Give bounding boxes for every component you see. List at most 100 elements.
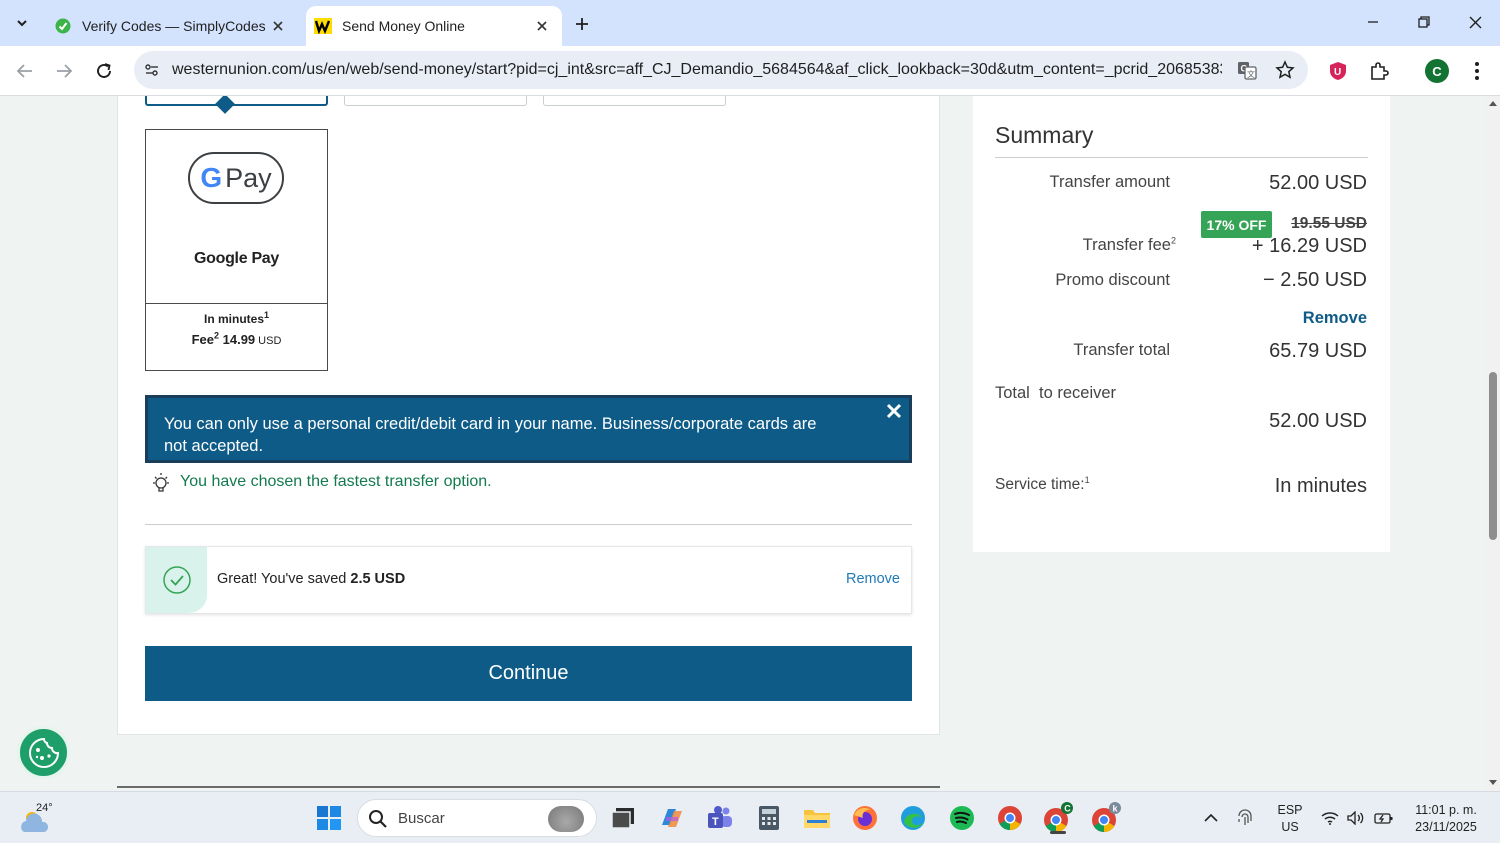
fastest-option-note: You have chosen the fastest transfer opt… <box>150 470 492 494</box>
tab-title: Verify Codes — SimplyCodes <box>82 18 266 34</box>
alert-text: You can only use a personal credit/debit… <box>164 415 817 455</box>
task-view-button[interactable] <box>605 800 641 836</box>
copilot-button[interactable] <box>654 800 690 836</box>
footer-divider <box>117 786 940 788</box>
cookie-icon <box>28 737 59 768</box>
more-vertical-icon <box>1475 62 1479 80</box>
svg-text:U: U <box>1334 67 1341 78</box>
transfer-fee-value: + 16.29 USD <box>1251 235 1367 257</box>
minimize-icon <box>1368 21 1378 23</box>
volume-status[interactable] <box>1342 800 1370 836</box>
profile-avatar[interactable]: C <box>1422 56 1452 86</box>
bookmark-star-icon[interactable] <box>1272 58 1298 82</box>
browser-menu-button[interactable] <box>1462 56 1492 86</box>
start-button[interactable] <box>311 800 347 836</box>
cookie-settings-button[interactable] <box>17 726 70 779</box>
check-circle-icon <box>146 547 207 613</box>
tab-verify-codes[interactable]: Verify Codes — SimplyCodes <box>46 6 298 46</box>
svg-text:文: 文 <box>1247 69 1255 79</box>
spotify-icon <box>950 806 974 830</box>
calculator-button[interactable] <box>751 800 787 836</box>
chrome-profile-c-button[interactable]: C <box>1040 800 1076 836</box>
promo-discount-label: Promo discount <box>1055 271 1170 289</box>
tab-close-icon[interactable] <box>530 14 554 38</box>
scroll-up-arrow-icon[interactable] <box>1488 98 1498 108</box>
plus-icon <box>576 18 588 30</box>
edge-button[interactable] <box>895 800 931 836</box>
site-info-icon[interactable] <box>142 60 162 80</box>
ublock-extension-icon[interactable]: U <box>1323 56 1353 86</box>
remove-promo-link[interactable]: Remove <box>846 571 900 587</box>
total-to-receiver-label: Total to receiver <box>995 384 1117 402</box>
google-pay-option[interactable]: G Pay Google Pay In minutes1 Fee2 14.99 U… <box>145 129 328 371</box>
url-text: westernunion.com/us/en/web/send-money/st… <box>172 61 1222 78</box>
teams-button[interactable]: T <box>702 800 738 836</box>
keyboard-layout: US <box>1281 820 1299 834</box>
payment-option[interactable] <box>543 96 726 106</box>
summary-title: Summary <box>995 122 1094 148</box>
clock[interactable]: 11:01 p. m. 23/11/2025 <box>1404 802 1488 836</box>
tab-send-money[interactable]: Send Money Online <box>306 6 562 46</box>
tab-search-button[interactable] <box>6 8 38 38</box>
chrome-profile-k-button[interactable]: k <box>1088 800 1124 836</box>
payment-option[interactable] <box>344 96 527 106</box>
tab-close-icon[interactable] <box>266 14 290 38</box>
address-bar[interactable]: westernunion.com/us/en/web/send-money/st… <box>134 51 1308 89</box>
fingerprint-icon <box>1238 809 1252 825</box>
discount-badge: 17% OFF <box>1201 211 1272 238</box>
show-hidden-icons-button[interactable] <box>1196 800 1226 836</box>
taskbar-search[interactable]: Buscar <box>357 799 597 837</box>
service-time-label: Service time:1 <box>995 474 1090 493</box>
browser-toolbar: westernunion.com/us/en/web/send-money/st… <box>0 46 1500 96</box>
transfer-total-value: 65.79 USD <box>1269 340 1367 362</box>
search-highlight-image <box>548 806 584 832</box>
translate-icon[interactable]: G文 <box>1234 58 1260 82</box>
lightbulb-icon <box>150 471 172 493</box>
western-union-favicon-icon <box>314 17 332 35</box>
original-fee: 19.55 USD <box>1291 215 1367 232</box>
back-button[interactable] <box>10 56 40 86</box>
reload-button[interactable] <box>89 56 119 86</box>
firefox-icon <box>853 806 877 830</box>
forward-button[interactable] <box>49 56 79 86</box>
tray-app-icon[interactable] <box>1230 800 1260 836</box>
divider <box>146 303 327 304</box>
firefox-button[interactable] <box>847 800 883 836</box>
delivery-time: In minutes1 <box>203 310 270 327</box>
profile-initial: C <box>1425 59 1449 83</box>
active-app-indicator <box>1050 831 1066 834</box>
extensions-puzzle-icon[interactable] <box>1364 56 1394 86</box>
pay-wordmark: Pay <box>225 162 272 193</box>
file-explorer-button[interactable] <box>799 800 835 836</box>
arrow-right-icon <box>57 64 73 78</box>
card-restriction-alert: You can only use a personal credit/debit… <box>145 395 912 463</box>
google-pay-logo: G Pay <box>188 152 284 204</box>
spotify-button[interactable] <box>944 800 980 836</box>
teams-icon: T <box>708 806 732 828</box>
remove-promo-link[interactable]: Remove <box>1303 309 1367 328</box>
language-indicator[interactable]: ESP US <box>1272 802 1308 836</box>
chrome-button[interactable] <box>992 800 1028 836</box>
alert-close-button[interactable] <box>883 400 905 422</box>
page-content: G Pay Google Pay In minutes1 Fee2 14.99 U… <box>0 96 1486 791</box>
payment-option-name: Google Pay <box>193 250 280 267</box>
payment-option-selected[interactable] <box>145 96 328 106</box>
weather-widget[interactable]: 24° <box>18 800 58 836</box>
divider <box>145 524 912 525</box>
page-scrollbar[interactable] <box>1486 96 1500 791</box>
svg-text:T: T <box>712 816 719 828</box>
wifi-status[interactable] <box>1316 800 1344 836</box>
restore-button[interactable] <box>1401 6 1447 38</box>
close-window-button[interactable] <box>1452 6 1498 38</box>
continue-button[interactable]: Continue <box>145 646 912 701</box>
calculator-icon <box>759 806 779 830</box>
folder-icon <box>804 810 830 828</box>
scrollbar-thumb[interactable] <box>1489 372 1497 540</box>
scroll-down-arrow-icon[interactable] <box>1488 778 1498 788</box>
minimize-button[interactable] <box>1350 6 1396 38</box>
tab-title: Send Money Online <box>342 18 465 34</box>
new-tab-button[interactable] <box>568 10 596 38</box>
battery-status[interactable] <box>1370 800 1398 836</box>
chevron-up-icon <box>1204 813 1218 822</box>
service-time-value: In minutes <box>1274 475 1367 497</box>
